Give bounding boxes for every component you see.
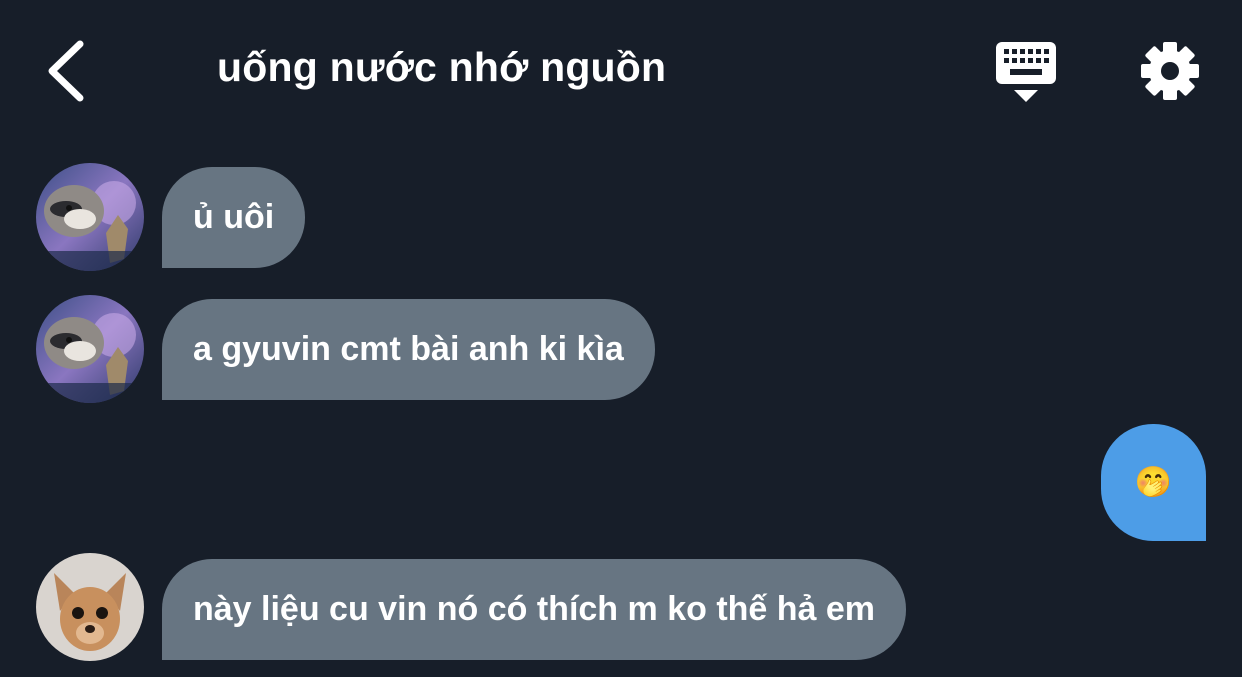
message-emoji: 🤭 xyxy=(1134,466,1173,499)
settings-button[interactable] xyxy=(1139,40,1201,102)
raccoon-meme-avatar xyxy=(36,295,144,403)
keyboard-toggle-button[interactable] xyxy=(994,40,1058,106)
back-button[interactable] xyxy=(40,38,96,104)
message-bubble-incoming[interactable]: ủ uôi xyxy=(162,167,306,268)
chevron-left-icon xyxy=(48,40,84,102)
chihuahua-avatar xyxy=(36,553,144,661)
message-text: này liệu cu vin nó có thích m ko thế hả … xyxy=(193,590,876,628)
chat-title: uống nước nhớ nguồn xyxy=(217,44,667,90)
message-text: a gyuvin cmt bài anh ki kìa xyxy=(193,330,624,368)
message-bubble-incoming[interactable]: này liệu cu vin nó có thích m ko thế hả … xyxy=(162,559,907,660)
sender-avatar[interactable] xyxy=(36,295,144,403)
sender-avatar[interactable] xyxy=(36,163,144,271)
message-text: ủ uôi xyxy=(193,198,275,236)
sender-avatar[interactable] xyxy=(36,553,144,661)
raccoon-meme-avatar xyxy=(36,163,144,271)
keyboard-hide-icon xyxy=(996,42,1056,102)
message-bubble-outgoing[interactable]: 🤭 xyxy=(1101,424,1206,541)
chat-screen: uống nước nhớ nguồn ủ uôi a gyuvin cmt b… xyxy=(0,0,1242,677)
gear-icon xyxy=(1141,42,1199,100)
message-bubble-incoming[interactable]: a gyuvin cmt bài anh ki kìa xyxy=(162,299,655,400)
